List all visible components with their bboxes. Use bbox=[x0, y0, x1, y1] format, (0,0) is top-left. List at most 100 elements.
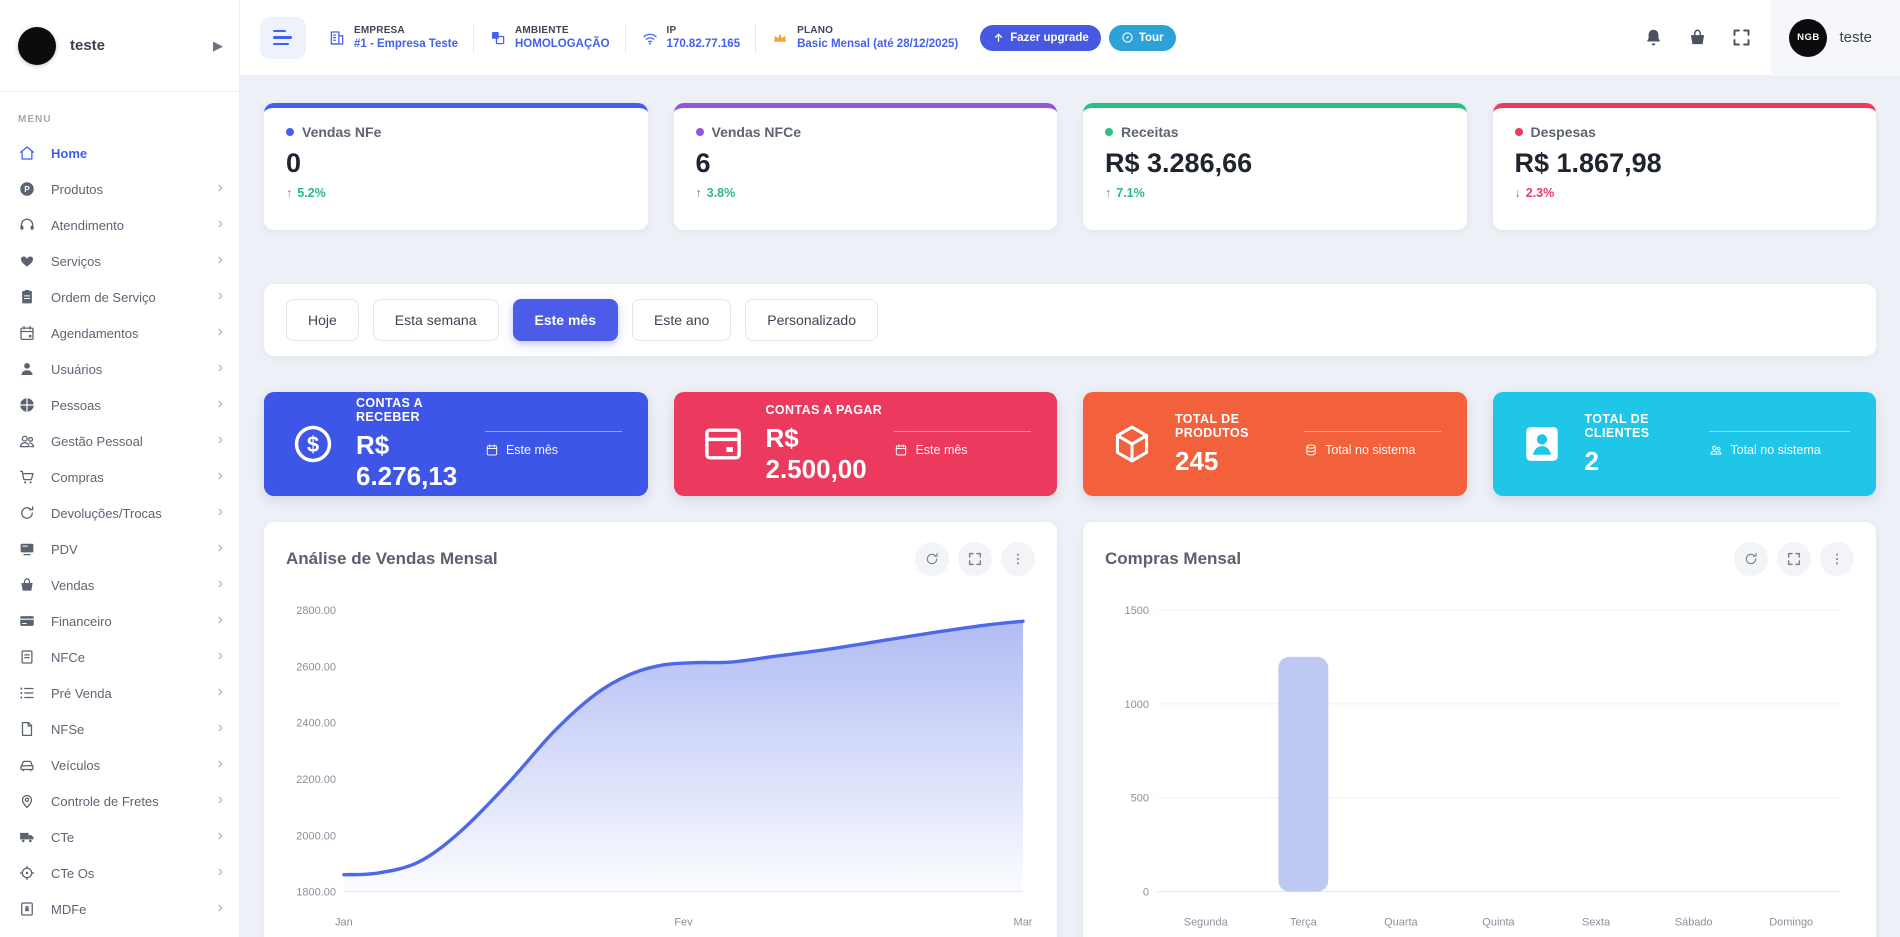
chevron-right-icon: › bbox=[218, 360, 223, 376]
filter-button-personalizado[interactable]: Personalizado bbox=[745, 299, 878, 341]
sidebar-item-pessoas[interactable]: Pessoas› bbox=[0, 387, 239, 423]
sidebar-item-ordem-de-servico[interactable]: Ordem de Serviço› bbox=[0, 279, 239, 315]
header: EMPRESA#1 - Empresa TesteAMBIENTEHOMOLOG… bbox=[240, 0, 1900, 76]
filter-button-este-ano[interactable]: Este ano bbox=[632, 299, 731, 341]
info-value[interactable]: Basic Mensal (até 28/12/2025) bbox=[797, 38, 958, 50]
y-axis-tick: 1500 bbox=[1125, 605, 1149, 617]
sidebar-item-cte[interactable]: CTe› bbox=[0, 819, 239, 855]
hamburger-menu-button[interactable] bbox=[260, 17, 306, 59]
kpi-card-vendas-nfce: Vendas NFCe6↑3.8% bbox=[674, 103, 1058, 230]
sidebar-item-controle-de-fretes[interactable]: Controle de Fretes› bbox=[0, 783, 239, 819]
tour-button[interactable]: Tour bbox=[1109, 25, 1176, 51]
fullscreen-button[interactable] bbox=[1721, 18, 1761, 58]
chart-card-compras: Compras Mensal 150010005000SegundaTerçaQ… bbox=[1083, 522, 1876, 937]
people-small-icon bbox=[1709, 443, 1723, 457]
filter-button-esta-semana[interactable]: Esta semana bbox=[373, 299, 499, 341]
kpi-value: 0 bbox=[286, 148, 626, 179]
list-icon bbox=[18, 684, 36, 702]
svg-text:$: $ bbox=[307, 432, 319, 457]
doc-lock-icon bbox=[18, 900, 36, 918]
sidebar-item-nfce[interactable]: NFCe› bbox=[0, 639, 239, 675]
sidebar-item-compras[interactable]: Compras › bbox=[0, 459, 239, 495]
chart-fullscreen-button[interactable] bbox=[1777, 542, 1811, 576]
person-badge-icon bbox=[1519, 421, 1565, 467]
sidebar-item-cte-os[interactable]: CTe Os› bbox=[0, 855, 239, 891]
sidebar-item-vendas[interactable]: Vendas› bbox=[0, 567, 239, 603]
sidebar-item-gestao-pessoal[interactable]: Gestão Pessoal› bbox=[0, 423, 239, 459]
sidebar-item-label: Gestão Pessoal bbox=[51, 434, 143, 449]
trend-up-icon: ↑ bbox=[286, 186, 292, 200]
refresh-icon bbox=[924, 551, 940, 567]
sidebar-item-veiculos[interactable]: Veículos› bbox=[0, 747, 239, 783]
chevron-right-icon: › bbox=[218, 468, 223, 484]
filter-button-este-mes[interactable]: Este mês bbox=[513, 299, 618, 341]
sidebar-item-atendimento[interactable]: Atendimento› bbox=[0, 207, 239, 243]
trend-up-icon: ↑ bbox=[1105, 186, 1111, 200]
sidebar-item-label: Pessoas bbox=[51, 398, 101, 413]
sidebar-item-usuarios[interactable]: Usuários› bbox=[0, 351, 239, 387]
y-axis-tick: 2600.00 bbox=[296, 661, 336, 673]
kpi-value: 6 bbox=[696, 148, 1036, 179]
x-axis-tick: Sexta bbox=[1582, 917, 1611, 929]
stat-card-contas-a-receber: $CONTAS A RECEBERR$ 6.276,13Este mês bbox=[264, 392, 648, 496]
sidebar-item-label: Compras bbox=[51, 470, 104, 485]
kebab-icon bbox=[1010, 551, 1026, 567]
filter-button-hoje[interactable]: Hoje bbox=[286, 299, 359, 341]
doc-icon bbox=[18, 720, 36, 738]
upgrade-button[interactable]: Fazer upgrade bbox=[980, 25, 1101, 51]
chart-kebab-button[interactable] bbox=[1820, 542, 1854, 576]
sidebar-item-label: Financeiro bbox=[51, 614, 112, 629]
sidebar-item-servicos[interactable]: Serviços› bbox=[0, 243, 239, 279]
sidebar-item-produtos[interactable]: PProdutos› bbox=[0, 171, 239, 207]
trend-down-icon: ↓ bbox=[1515, 186, 1521, 200]
sidebar-item-label: NFSe bbox=[51, 722, 84, 737]
chevron-right-icon: › bbox=[218, 756, 223, 772]
chart-refresh-button[interactable] bbox=[915, 542, 949, 576]
note-icon bbox=[18, 648, 36, 666]
sidebar-item-mdfe[interactable]: MDFe› bbox=[0, 891, 239, 927]
divider bbox=[485, 431, 622, 432]
user-chip[interactable]: NGB teste bbox=[1771, 0, 1900, 76]
cart-icon bbox=[18, 468, 36, 486]
chevron-right-icon: › bbox=[218, 252, 223, 268]
stat-note-label: Total no sistema bbox=[1730, 443, 1820, 457]
info-value[interactable]: #1 - Empresa Teste bbox=[354, 38, 458, 50]
sidebar-item-label: CTe bbox=[51, 830, 74, 845]
fullscreen-icon bbox=[1786, 551, 1802, 567]
y-axis-tick: 2000.00 bbox=[296, 830, 336, 842]
sidebar-item-home[interactable]: Home bbox=[0, 135, 239, 171]
bell-button[interactable] bbox=[1633, 18, 1673, 58]
wifi-icon bbox=[641, 29, 659, 47]
sidebar-item-nfse[interactable]: NFSe› bbox=[0, 711, 239, 747]
sidebar-item-financeiro[interactable]: Financeiro› bbox=[0, 603, 239, 639]
chevron-right-icon: › bbox=[218, 684, 223, 700]
basket-button[interactable] bbox=[1677, 18, 1717, 58]
chart-kebab-button[interactable] bbox=[1001, 542, 1035, 576]
kpi-card-despesas: DespesasR$ 1.867,98↓2.3% bbox=[1493, 103, 1877, 230]
kpi-value: R$ 3.286,66 bbox=[1105, 148, 1445, 179]
sidebar-item-pdv[interactable]: PDV› bbox=[0, 531, 239, 567]
refresh-icon bbox=[18, 504, 36, 522]
divider bbox=[473, 23, 474, 53]
stat-card-total-de-produtos: TOTAL DE PRODUTOS245Total no sistema bbox=[1083, 392, 1467, 496]
info-value[interactable]: HOMOLOGAÇÃO bbox=[515, 38, 610, 50]
header-info-empresa: EMPRESA#1 - Empresa Teste bbox=[328, 25, 458, 50]
sidebar-item-devolucoes-trocas[interactable]: Devoluções/Trocas› bbox=[0, 495, 239, 531]
kpi-trend-value: 7.1% bbox=[1116, 186, 1145, 200]
pos-icon bbox=[18, 540, 36, 558]
services-icon bbox=[18, 252, 36, 270]
sidebar-item-agendamentos[interactable]: Agendamentos› bbox=[0, 315, 239, 351]
charts-row: Análise de Vendas Mensal 2800.002600.002… bbox=[264, 522, 1876, 937]
info-value[interactable]: 170.82.77.165 bbox=[667, 38, 741, 50]
chart-fullscreen-button[interactable] bbox=[958, 542, 992, 576]
x-axis-tick: Mar bbox=[1014, 917, 1033, 929]
header-info-ip: IP170.82.77.165 bbox=[641, 25, 741, 50]
truck-icon bbox=[18, 828, 36, 846]
sidebar-user[interactable]: teste ▶ bbox=[0, 0, 239, 92]
sidebar-item-pre-venda[interactable]: Pré Venda› bbox=[0, 675, 239, 711]
chart-refresh-button[interactable] bbox=[1734, 542, 1768, 576]
y-axis-tick: 1000 bbox=[1125, 699, 1149, 711]
chevron-right-icon: › bbox=[218, 648, 223, 664]
map-pin-icon bbox=[18, 792, 36, 810]
stat-note-label: Este mês bbox=[506, 443, 558, 457]
